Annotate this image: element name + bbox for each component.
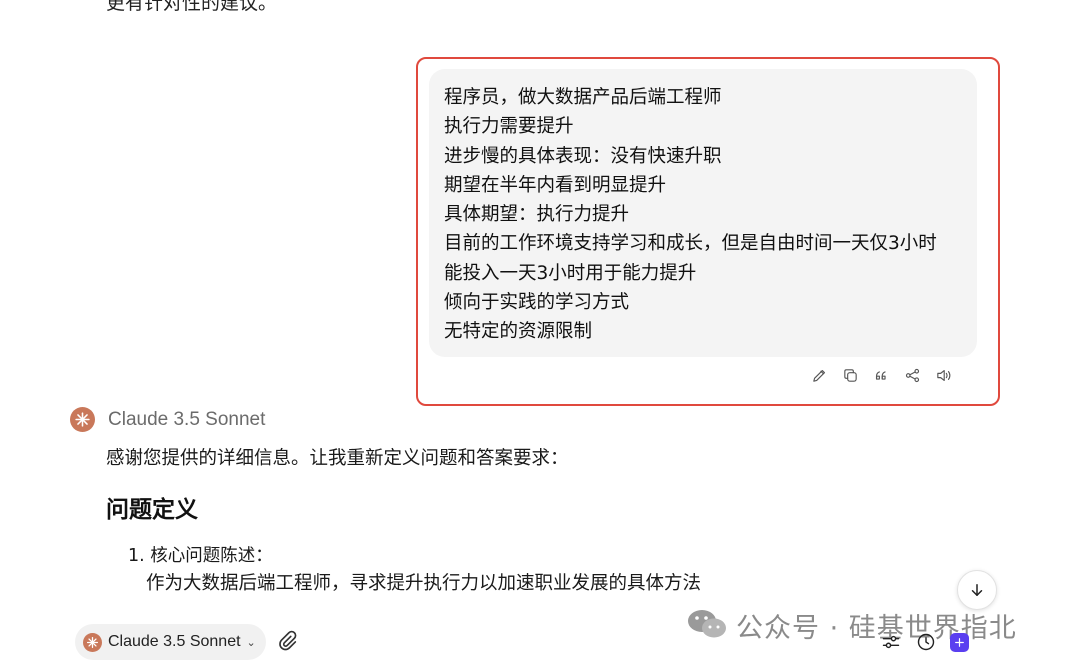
chevron-down-icon: ⌄ [246, 635, 256, 649]
user-message-line: 能投入一天3小时用于能力提升 [444, 262, 697, 284]
user-message-line: 进步慢的具体表现：没有快速升职 [444, 145, 722, 167]
assistant-intro: 感谢您提供的详细信息。让我重新定义问题和答案要求： [106, 448, 569, 469]
attach-button[interactable] [277, 630, 301, 654]
claude-logo-icon [83, 632, 102, 652]
list-title-text: 核心问题陈述： [150, 546, 273, 566]
user-message-line: 程序员，做大数据产品后端工程师 [444, 87, 722, 108]
user-message-line: 目前的工作环境支持学习和成长，但是自由时间一天仅3小时 [444, 233, 937, 255]
plus-icon [955, 637, 964, 647]
history-clock-icon[interactable] [915, 631, 937, 653]
user-message-line: 具体期望：执行力提升 [444, 204, 630, 226]
section-heading: 问题定义 [106, 497, 198, 523]
list-number: 1. [128, 546, 145, 566]
user-message-line: 执行力需要提升 [444, 116, 574, 138]
list-item-body: 作为大数据后端工程师，寻求提升执行力以加速职业发展的具体方法 [146, 573, 702, 594]
arrow-down-icon [971, 584, 983, 596]
new-chat-button[interactable] [950, 632, 969, 652]
input-tools [880, 631, 969, 653]
share-icon[interactable] [901, 364, 923, 386]
settings-sliders-icon[interactable] [880, 631, 902, 653]
user-message-line: 期望在半年内看到明显提升 [444, 174, 667, 196]
user-message-line: 无特定的资源限制 [444, 321, 593, 343]
claude-logo-icon [70, 407, 95, 432]
user-message-line: 倾向于实践的学习方式 [444, 292, 630, 314]
wechat-icon [686, 607, 728, 645]
message-actions [808, 364, 954, 386]
assistant-header: Claude 3.5 Sonnet [70, 407, 265, 432]
previous-message-tail: 更有针对性的建议。 [106, 0, 278, 14]
model-selector-label: Claude 3.5 Sonnet [108, 633, 241, 650]
paperclip-icon [279, 630, 297, 651]
model-name: Claude 3.5 Sonnet [108, 408, 266, 430]
model-selector[interactable]: Claude 3.5 Sonnet ⌄ [75, 624, 266, 660]
user-message-bubble: 程序员，做大数据产品后端工程师 执行力需要提升 进步慢的具体表现：没有快速升职 … [429, 69, 977, 357]
quote-icon[interactable] [870, 364, 892, 386]
list-item-title: 1. 核心问题陈述： [128, 542, 273, 567]
copy-icon[interactable] [839, 364, 861, 386]
scroll-to-bottom-button[interactable] [957, 570, 997, 610]
edit-icon[interactable] [808, 364, 830, 386]
speaker-icon[interactable] [932, 364, 954, 386]
watermark-text: 公众号 · 硅基世界指北 [736, 613, 1017, 644]
